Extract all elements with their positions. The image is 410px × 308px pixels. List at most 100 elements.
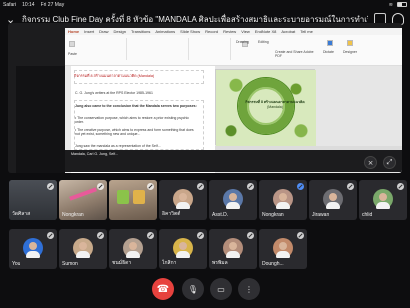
avatar (123, 238, 143, 258)
mic-muted-icon (247, 183, 254, 190)
ppt-tab: Animations (155, 29, 176, 34)
participant-name: Nongkran (262, 212, 284, 218)
paste-icon (69, 41, 75, 47)
end-call-button[interactable]: ☎ (152, 278, 174, 300)
mic-muted-icon (147, 232, 154, 239)
ppt-tab: Home (68, 29, 80, 34)
designer-icon (347, 40, 353, 46)
mic-muted-icon (297, 232, 304, 239)
ppt-tab: Insert (84, 29, 95, 34)
status-date: Fri 27 May (40, 1, 65, 8)
participant-tile[interactable]: Nongkran (259, 180, 307, 220)
participant-tile[interactable]: Asst.D. (209, 180, 257, 220)
phone-hangup-icon: ☎ (156, 283, 170, 295)
participant-tile[interactable]: Jirawan (309, 180, 357, 220)
ribbon-drawing: Drawing (236, 40, 249, 44)
dictate-icon (327, 40, 333, 46)
participant-tile[interactable] (109, 180, 157, 220)
participant-name: Nongkran (62, 212, 84, 218)
mic-muted-icon (97, 183, 104, 190)
ppt-tab: EndNote X8 (254, 29, 277, 34)
participant-name: chlid (362, 212, 373, 218)
participant-tile[interactable]: ไกสิกา (159, 229, 207, 269)
avatar (223, 189, 243, 209)
avatar (273, 189, 293, 209)
participant-name: Jirawan (312, 212, 330, 218)
ppt-tab: Transitions (130, 29, 151, 34)
ribbon-group (191, 38, 231, 60)
more-options-button[interactable]: ⋮ (238, 278, 260, 300)
participant-name: ชนม์ธิดา (112, 260, 132, 266)
participant-tile[interactable]: พรพิมล (209, 229, 257, 269)
shared-screen[interactable]: Home Insert Draw Design Transitions Anim… (8, 23, 402, 173)
participant-name: วัดศิลาส (12, 211, 31, 217)
participant-tile[interactable]: You (9, 229, 57, 269)
ribbon-designer: Designer (343, 50, 358, 54)
mic-muted-icon (47, 232, 54, 239)
ppt-tab: Review (223, 29, 237, 34)
participant-tile[interactable]: อิคาวิตต์ (159, 180, 207, 220)
battery-icon (397, 2, 407, 7)
mute-presenter-icon[interactable]: ⨯ (364, 156, 377, 169)
mic-off-icon: 🎙 (187, 284, 199, 294)
wifi-icon: ≋ (388, 1, 393, 8)
outline-bullet: • The creative purpose, which aims to ex… (75, 128, 194, 136)
participant-tile[interactable]: Doungh... (259, 229, 307, 269)
ppt-ribbon-tabs: Home Insert Draw Design Transitions Anim… (65, 28, 402, 35)
ppt-tab: Slide Show (180, 29, 201, 34)
participant-tile[interactable]: วัดศิลาส (9, 180, 57, 220)
ribbon-group (87, 38, 127, 60)
mic-muted-icon (197, 232, 204, 239)
participant-tile[interactable]: Nongkran (59, 180, 107, 220)
mic-muted-icon (247, 232, 254, 239)
participant-name: Asst.D. (212, 212, 229, 218)
marker-image (133, 190, 145, 204)
participant-tile[interactable]: ชนม์ธิดา (109, 229, 157, 269)
call-controls: ☎ 🎙 ▭ ⋮ (0, 275, 410, 308)
participant-name: อิคาวิตต์ (162, 211, 181, 217)
slide-subtitle: (Mandala) (267, 105, 283, 109)
participant-name: ไกสิกา (162, 260, 177, 266)
ribbon-dictate: Dictate (323, 50, 334, 54)
meet-window: Safari 10:14 Fri 27 May ≋ ⌄ กิจกรรม Club… (0, 0, 410, 308)
participant-name: Doungh... (262, 261, 284, 267)
mic-muted-icon (347, 183, 354, 190)
ppt-tab: Tell me (300, 29, 313, 34)
avatar (323, 189, 343, 209)
camera-off-icon: ▭ (217, 284, 225, 294)
status-bar: Safari 10:14 Fri 27 May ≋ (0, 0, 410, 9)
avatar (223, 238, 243, 258)
mic-toggle-button[interactable]: 🎙 (182, 278, 204, 300)
mic-muted-icon (147, 183, 154, 190)
outline-title: กิจกรรมที่ 8 สร้างแมนดาลาตามแนวคิด (Mand… (74, 74, 155, 78)
participant-tile[interactable]: Sumon (59, 229, 107, 269)
caption-bar: Mandala, Carl G. Jung, Self... (65, 150, 402, 172)
mic-muted-icon (47, 183, 54, 190)
participant-tile[interactable]: chlid (359, 180, 407, 220)
participant-name: พรพิมล (212, 260, 228, 266)
participant-name: Sumon (62, 261, 78, 267)
mic-muted-icon (197, 183, 204, 190)
camera-toggle-button[interactable]: ▭ (210, 278, 232, 300)
outline-line: C. G. Jung's writers at the RPS Elector … (75, 91, 153, 95)
ribbon-editing: Editing (258, 40, 269, 44)
avatar (273, 238, 293, 258)
avatar (173, 189, 193, 209)
ribbon-create-pdf: Create and Share Adobe PDF (275, 50, 314, 58)
speaking-icon (297, 183, 304, 190)
participant-name: You (12, 261, 21, 267)
fullscreen-icon[interactable]: ⤢ (383, 156, 396, 169)
ribbon-group (129, 38, 189, 60)
mic-muted-icon (97, 232, 104, 239)
avatar (23, 238, 43, 258)
ppt-tab: Record (205, 29, 219, 34)
ppt-tab: Draw (99, 29, 109, 34)
ppt-tab: Acrobat (281, 29, 296, 34)
status-right: ≋ (389, 2, 407, 8)
outline-bullet: • The conservation purpose, which aims t… (75, 116, 189, 124)
marker-image (117, 190, 129, 204)
slide: กิจกรรมที่ 8 สร้างแมนดาลาตามแนวคิด (Mand… (215, 69, 316, 146)
slide-thumbnails (16, 66, 65, 173)
more-vertical-icon: ⋮ (245, 284, 253, 294)
outline-line: Jung also came to the conclusion that th… (75, 104, 197, 108)
